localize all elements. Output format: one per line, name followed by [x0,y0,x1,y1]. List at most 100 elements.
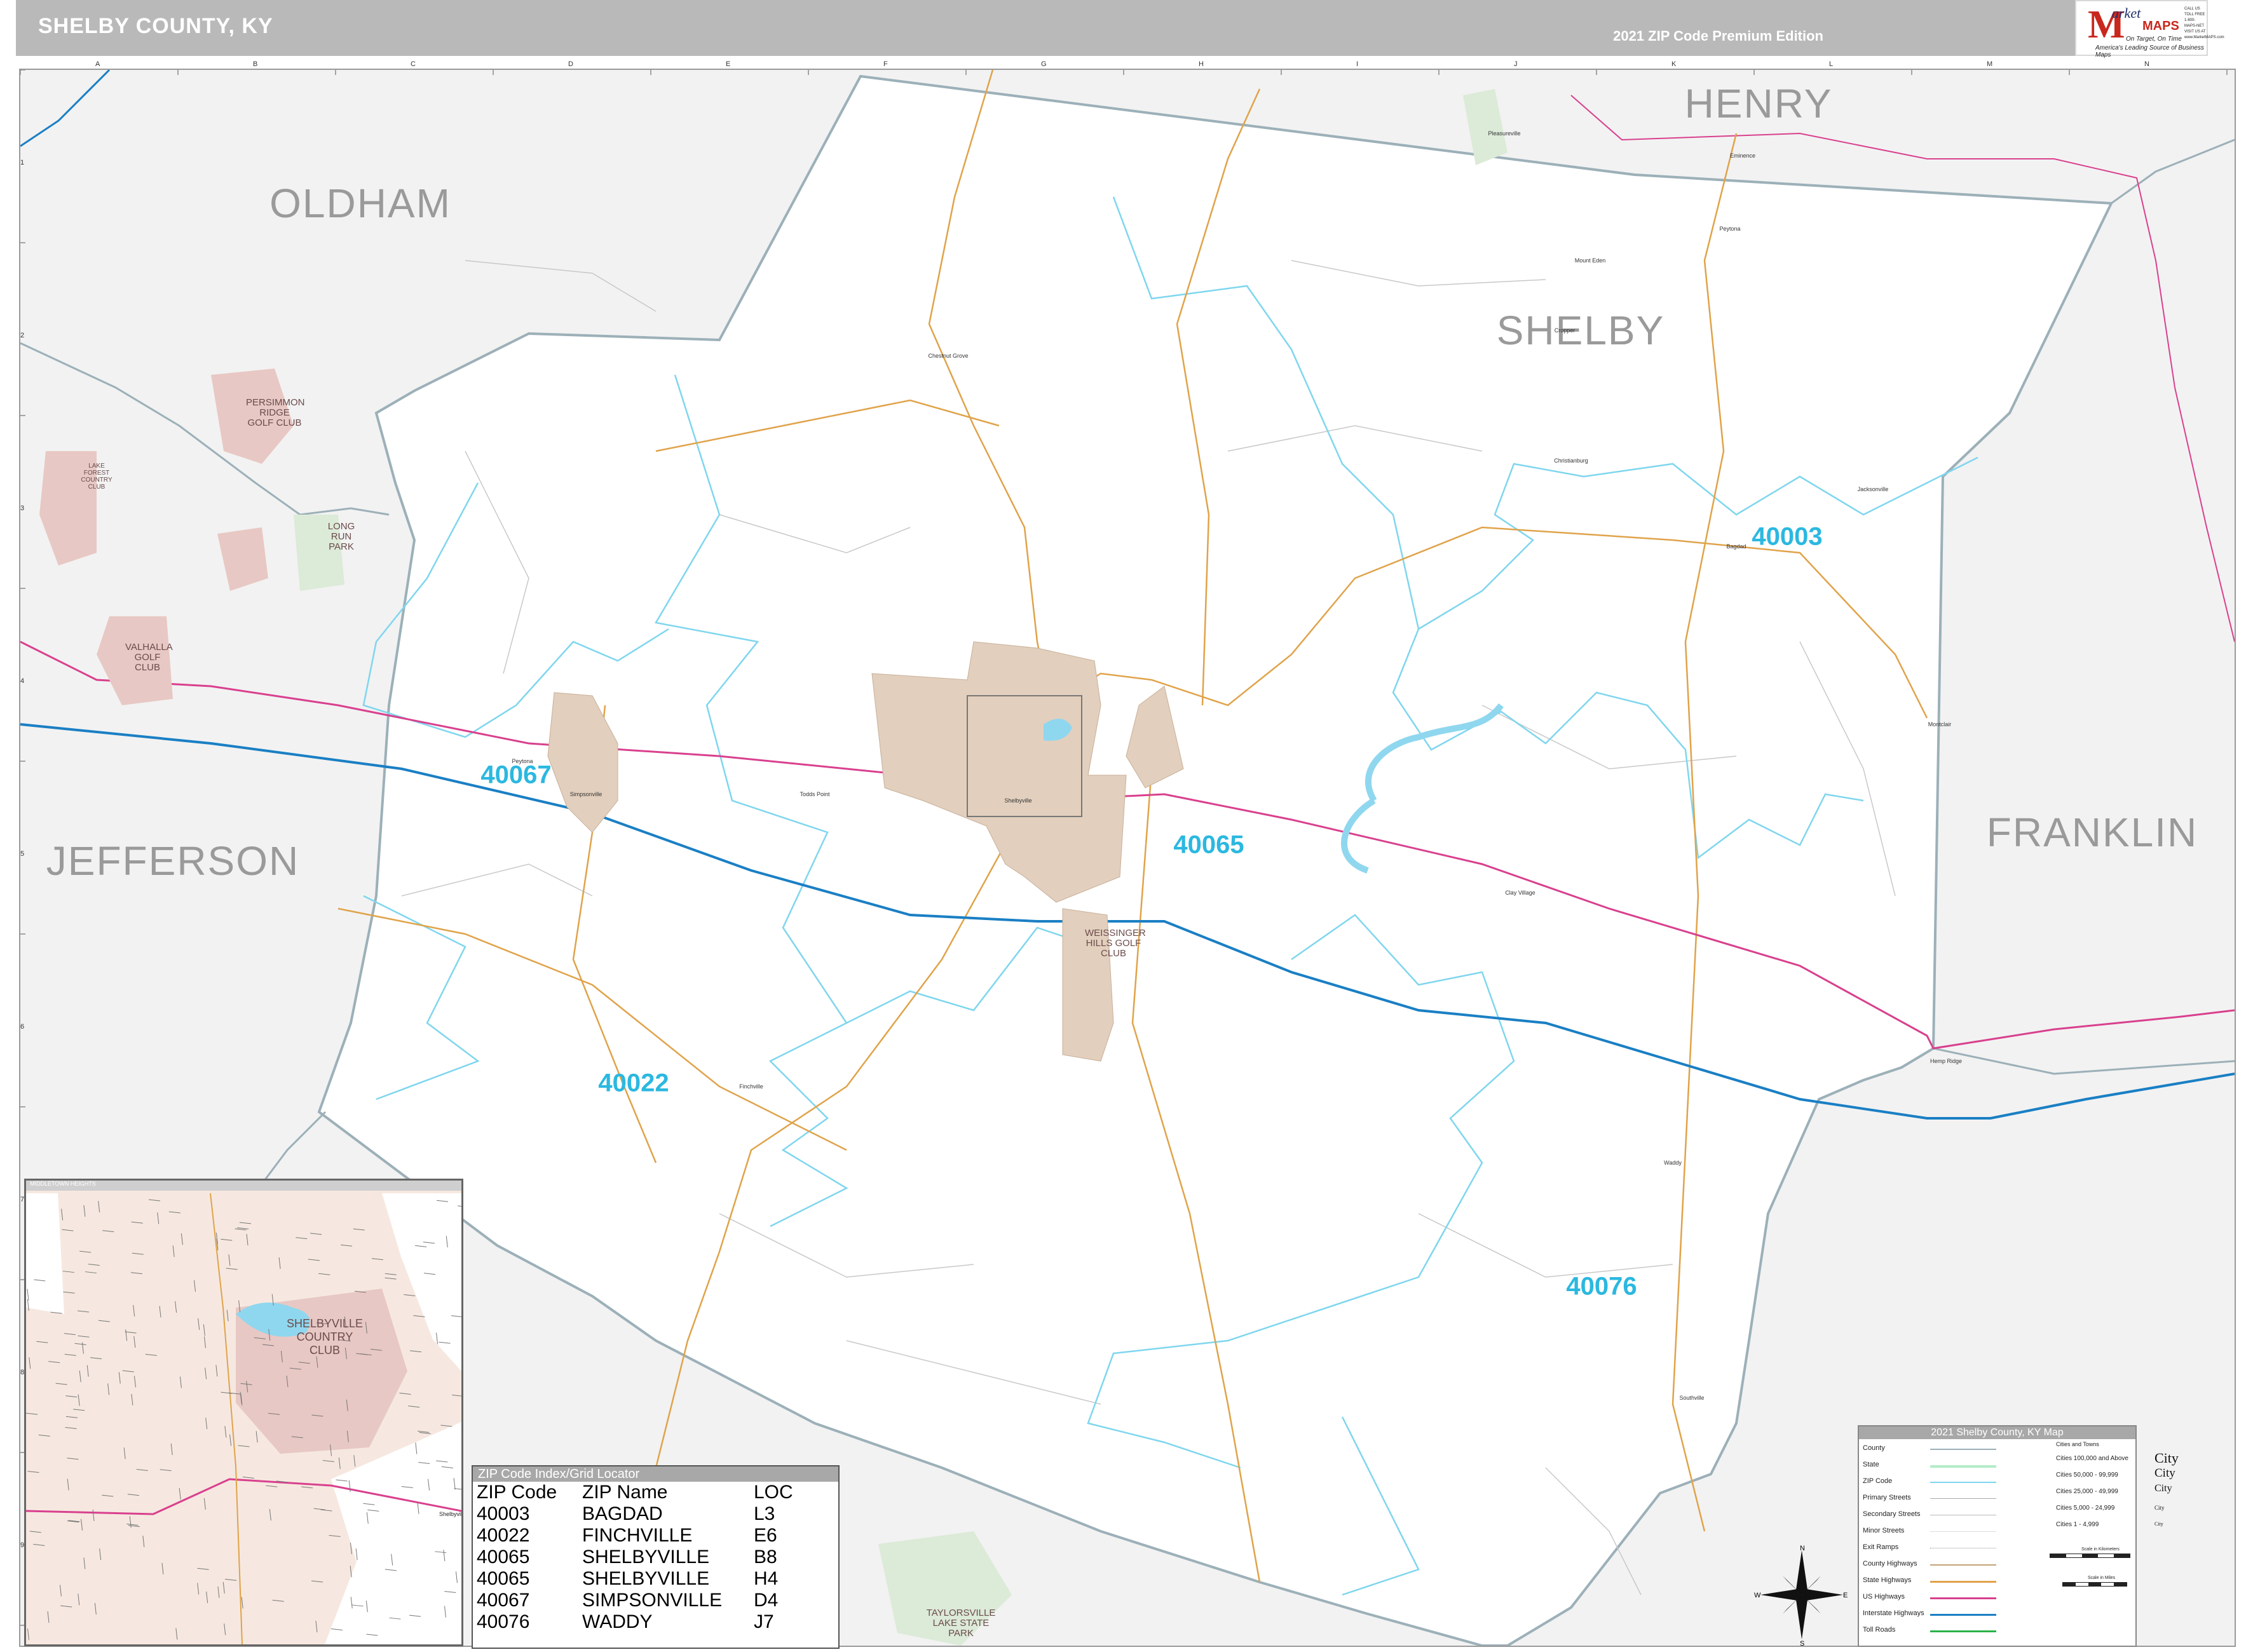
legend-item-swatch [1930,1449,1996,1450]
logo-market: arket [2112,5,2141,21]
scale-km-bar [2050,1554,2130,1558]
county-label-franklin: FRANKLIN [1986,809,2198,855]
zip-label-40076[interactable]: 40076 [1566,1273,1637,1301]
loc-cell: B8 [754,1547,777,1567]
county-boundary-franklin [1933,1047,2235,1075]
market-maps-logo[interactable]: M arket MAPS On Target, On Time America'… [2075,0,2224,58]
inset-map[interactable]: MIDDLETOWN HEIGHTS SHELBYVILLE COUNTRY C… [24,1179,463,1646]
town-label: Peytona [1719,226,1741,232]
grid-row-label: 6 [20,1023,25,1031]
park-label-long-run: LONG RUN PARK [327,521,355,552]
legend-cities-header: Cities and Towns [2056,1441,2099,1447]
county-label-oldham: OLDHAM [269,180,451,226]
loc-cell: E6 [754,1525,777,1546]
zip-index-header-row: ZIP Code ZIP Name LOC [474,1482,820,1503]
town-label: Clay Village [1505,890,1535,896]
legend-city-row: Cities 100,000 and Above [2056,1455,2128,1462]
table-row[interactable]: 40065 SHELBYVILLE H4 [474,1568,820,1590]
loc-cell: J7 [754,1611,774,1632]
legend-item-label: State [1863,1461,1879,1468]
table-row[interactable]: 40022 FINCHVILLE E6 [474,1525,820,1547]
town-label: Eminence [1729,152,1756,159]
town-label: Bagdad [1726,543,1746,550]
inset-club-label: SHELBYVILLE COUNTRY CLUB [286,1317,364,1357]
page-title: SHELBY COUNTY, KY [38,14,273,38]
grid-column-label: E [726,60,731,68]
grid-row-label: 3 [20,504,25,512]
legend-city-row: Cities 5,000 - 24,999 [2056,1505,2115,1512]
town-label: Todds Point [800,791,830,797]
legend-item-label: Interstate Highways [1863,1609,1924,1617]
town-label: Chestnut Grove [928,353,969,359]
zip-label-40003[interactable]: 40003 [1752,523,1822,552]
table-row[interactable]: 40065 SHELBYVILLE B8 [474,1547,820,1568]
legend-item-label: Minor Streets [1863,1527,1905,1534]
county-boundary-henry [2111,139,2235,205]
table-row[interactable]: 40067 SIMPSONVILLE D4 [474,1590,820,1611]
zip-index-title: ZIP Code Index/Grid Locator [473,1466,838,1482]
town-label: Montclair [1928,721,1952,728]
compass-rose-icon: N S E W [1754,1545,1848,1646]
park-label-valhalla: VALHALLA GOLF CLUB [125,642,173,673]
zip-cell: 40065 [477,1568,530,1589]
zip-header: ZIP Code [477,1482,557,1503]
park-area [217,527,268,591]
scale-mi-label: Scale in Miles [2088,1576,2116,1580]
legend-item-label: Toll Roads [1863,1626,1896,1634]
grid-column-label: M [1987,60,1993,68]
grid-row-label: 4 [20,677,25,685]
grid-column-label: A [95,60,100,68]
legend-item-label: Exit Ramps [1863,1543,1899,1551]
zip-code-index: ZIP Code Index/Grid Locator ZIP Code ZIP… [472,1465,840,1649]
legend-item-swatch [1930,1581,1996,1583]
park-label-lake-forest: LAKE FOREST COUNTRY CLUB [81,463,112,491]
county-label-shelby: SHELBY [1496,308,1665,353]
loc-cell: H4 [754,1568,779,1589]
edition-label: 2021 ZIP Code Premium Edition [1613,28,1823,44]
town-label: Waddy [1664,1160,1682,1166]
zip-cell: 40022 [477,1525,530,1546]
park-label-taylorsville: TAYLORSVILLE LAKE STATE PARK [926,1608,996,1639]
zip-cell: 40065 [477,1547,530,1567]
zip-label-40022[interactable]: 40022 [598,1069,669,1098]
legend-item-label: US Highways [1863,1593,1905,1601]
loc-cell: D4 [754,1590,779,1611]
town-label: Mount Eden [1574,257,1606,264]
grid-column-label: J [1514,60,1518,68]
zip-label-40067[interactable]: 40067 [480,761,551,790]
zip-label-40065[interactable]: 40065 [1173,831,1244,860]
name-cell: WADDY [582,1611,653,1632]
zip-cell: 40076 [477,1611,530,1632]
compass-n: N [1800,1545,1805,1552]
county-label-henry: HENRY [1684,81,1833,126]
legend-item-swatch [1930,1498,1996,1499]
legend-item-swatch [1930,1630,1996,1632]
table-row[interactable]: 40003 BAGDAD L3 [474,1503,820,1525]
grid-column-label: G [1041,60,1047,68]
legend-item-swatch [1930,1614,1996,1616]
zip-index-table: ZIP Code ZIP Name LOC 40003 BAGDAD L3 4002… [474,1482,820,1633]
legend-item-label: ZIP Code [1863,1477,1893,1485]
legend-item-label: County [1863,1444,1885,1452]
inset-canvas [26,1193,461,1644]
logo-tagline-2: America's Leading Source of Business Map… [2095,44,2204,58]
table-row[interactable]: 40076 WADDY J7 [474,1611,820,1633]
logo-contact: CALL US TOLL FREE 1-800-MAPS-NET VISIT U… [2184,7,2224,39]
scale-km-label: Scale in Kilometers [2081,1547,2120,1552]
county-label-jefferson: JEFFERSON [46,838,300,884]
grid-row-label: 1 [20,159,25,166]
legend-item-swatch [1930,1465,1996,1468]
logo-maps: MAPS [2142,19,2179,33]
name-cell: BAGDAD [582,1503,663,1524]
legend-city-row: Cities 50,000 - 99,999 [2056,1472,2118,1479]
zip-cell: 40067 [477,1590,530,1611]
name-cell: SHELBYVILLE [582,1547,710,1567]
town-label: Simpsonville [569,791,602,797]
legend-city-symbol: City [2154,1450,2179,1466]
legend-item-swatch [1930,1597,1996,1599]
town-label: Shelbyville [1004,797,1032,804]
town-label: Southville [1679,1395,1705,1401]
town-label: Cropper [1554,327,1576,334]
legend-city-symbol: City [2154,1466,2175,1480]
grid-column-label: B [253,60,258,68]
